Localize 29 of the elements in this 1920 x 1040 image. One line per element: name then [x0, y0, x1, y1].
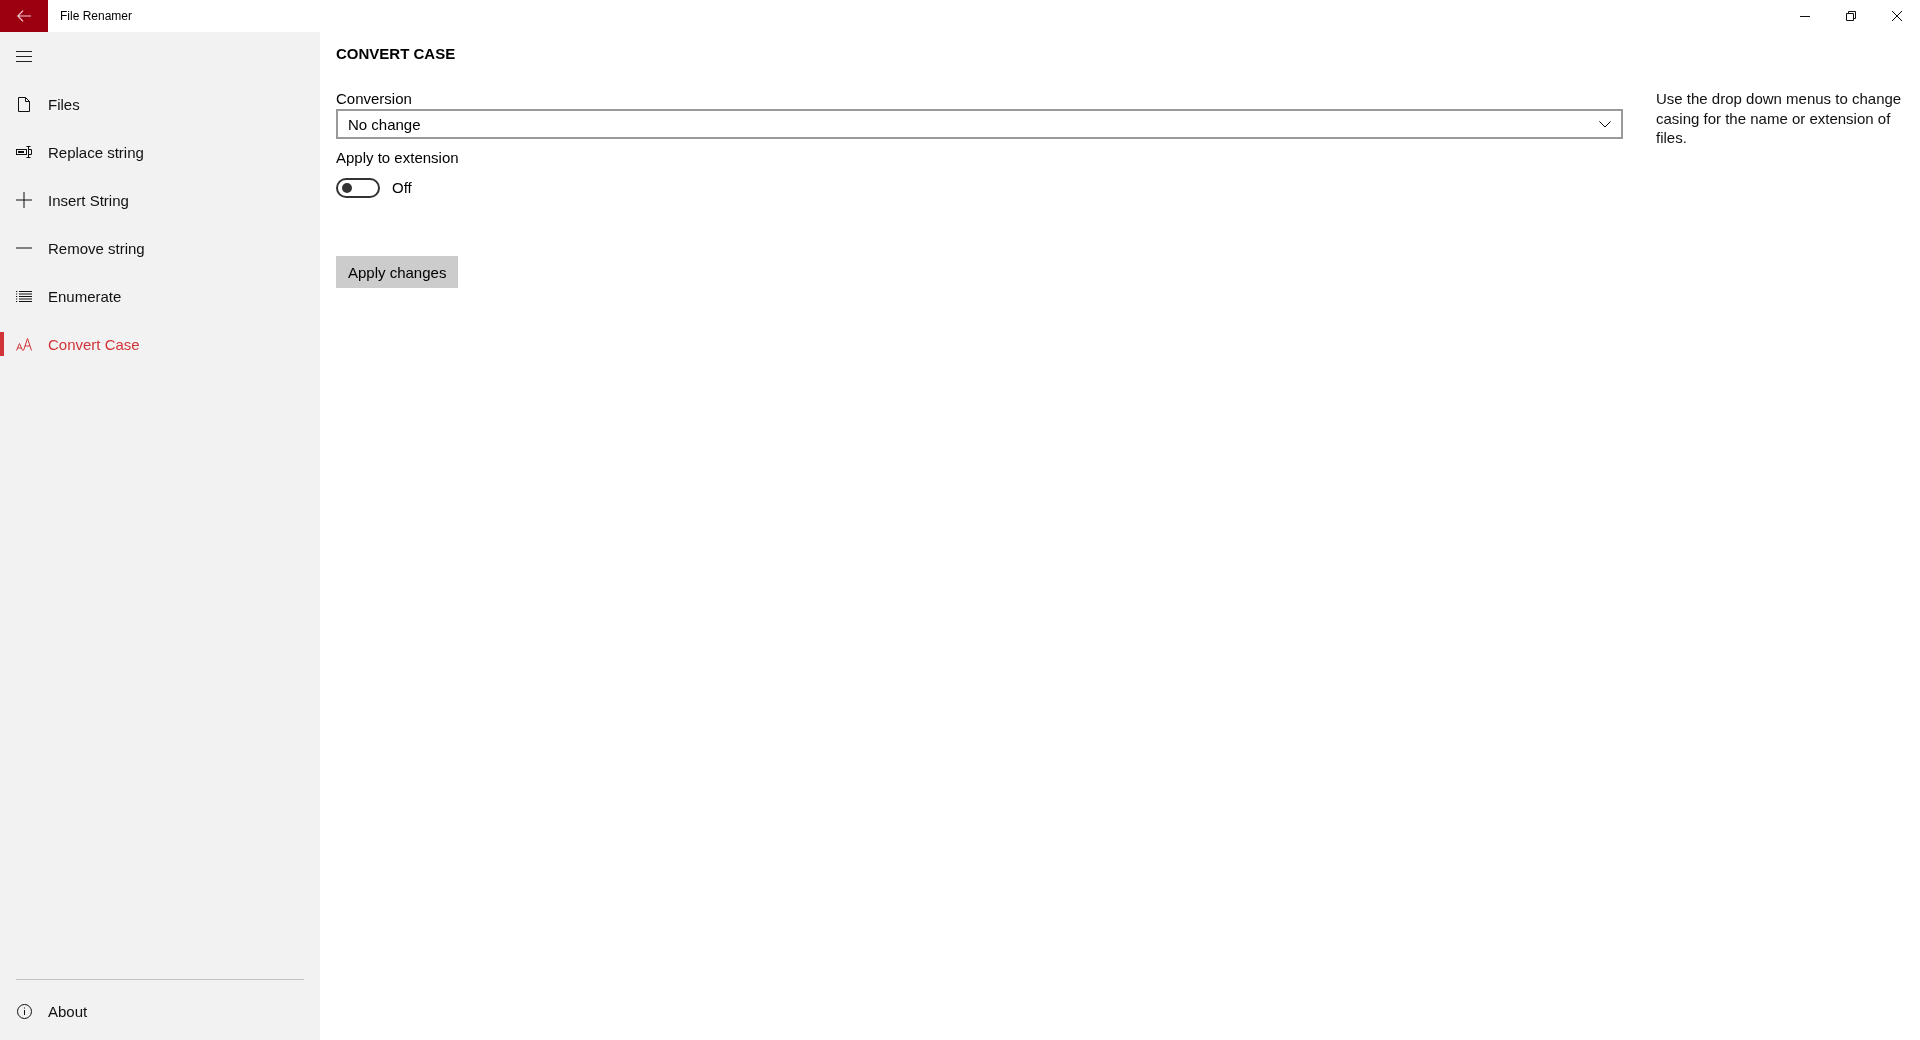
window-title: File Renamer: [60, 8, 133, 24]
nav-item[interactable]: Remove string: [0, 224, 320, 272]
restore-icon: [1846, 11, 1856, 21]
apply-changes-button[interactable]: Apply changes: [336, 256, 459, 288]
plus-icon: [16, 192, 32, 208]
minus-icon: [16, 247, 32, 249]
help-text: Use the drop down menus to change casing for the name or extension of files.: [1656, 89, 1903, 148]
letter-case-icon: [16, 337, 32, 351]
close-icon: [1892, 11, 1902, 21]
back-arrow-icon: [17, 10, 31, 22]
nav-item[interactable]: Insert String: [0, 176, 320, 224]
toggle-state-text: Off: [392, 179, 412, 197]
nav-item[interactable]: Replace string: [0, 128, 320, 176]
field-label: Apply to extension: [336, 149, 459, 167]
page-title: CONVERT CASE: [336, 44, 456, 64]
minimize-icon: [1800, 15, 1810, 17]
nav-item[interactable]: Files: [0, 80, 320, 128]
menu-icon: [16, 50, 32, 62]
chevron-down-icon: [1599, 120, 1611, 128]
toggle-switch[interactable]: [336, 178, 380, 198]
field-label: Conversion: [336, 90, 412, 108]
nav-item[interactable]: Enumerate: [0, 272, 320, 320]
conversion-dropdown[interactable]: No change: [336, 109, 1623, 139]
info-icon: [16, 1003, 32, 1019]
nav-item[interactable]: Convert Case: [0, 320, 320, 368]
text-field-cursor-icon: [16, 146, 32, 158]
nav-item[interactable]: About: [0, 987, 320, 1035]
document-icon: [18, 96, 30, 112]
list-icon: [16, 290, 32, 302]
